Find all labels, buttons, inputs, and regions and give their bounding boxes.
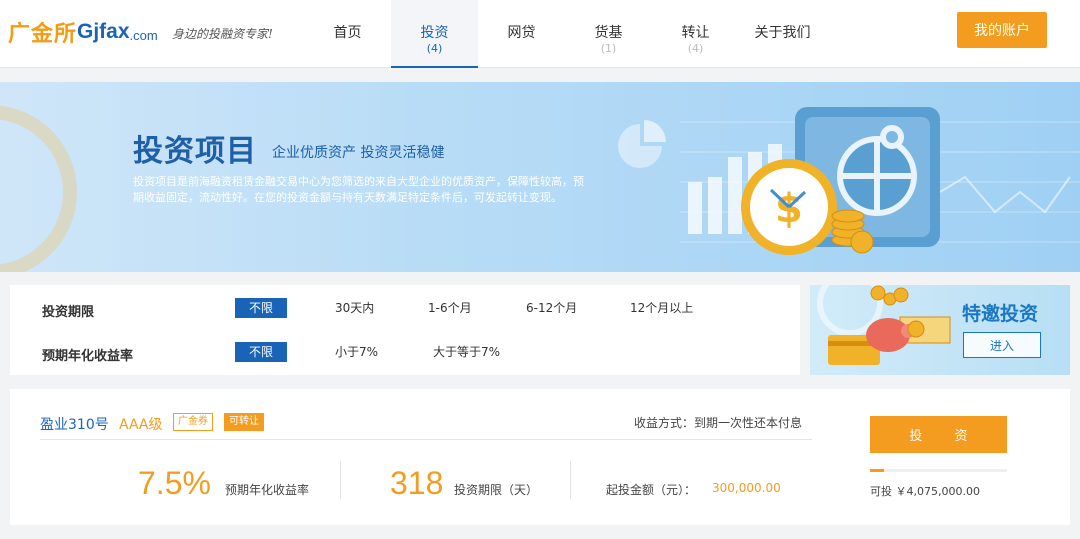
nav-count: (1) bbox=[600, 42, 617, 55]
available-amount: 可投 ￥4,075,000.00 bbox=[870, 485, 980, 498]
banner-title: 投资项目 bbox=[133, 134, 257, 169]
piggy-bank-icon bbox=[817, 285, 951, 365]
site-logo[interactable]: 广金所 Gjfax .com bbox=[8, 16, 158, 48]
filter-label-rate: 预期年化收益率 bbox=[42, 349, 134, 364]
product-grade: AAA级 bbox=[119, 417, 163, 433]
period-value: 318 bbox=[390, 465, 444, 501]
filter-period-option-12m-plus[interactable]: 12个月以上 bbox=[630, 298, 693, 318]
coupon-tag: 广金券 bbox=[173, 413, 213, 431]
funding-progress-bar bbox=[870, 469, 1007, 472]
site-slogan: 身边的投融资专家! bbox=[172, 27, 273, 41]
annual-rate-label: 预期年化收益率 bbox=[225, 483, 310, 497]
hero-banner: $ 投资项目 企业优质资产 投资灵活稳健 投资项目是前海融资租赁金融交易中心为您… bbox=[0, 82, 1080, 272]
nav-label: 关于我们 bbox=[754, 25, 811, 41]
nav-label: 网贷 bbox=[507, 25, 536, 41]
nav-item-transfer[interactable]: 转让 (4) bbox=[652, 0, 739, 68]
min-investment-value: 300,000.00 bbox=[712, 481, 781, 495]
nav-label: 货基 bbox=[594, 25, 623, 41]
divider bbox=[570, 461, 571, 499]
svg-text:$: $ bbox=[775, 186, 803, 232]
nav-item-money-fund[interactable]: 货基 (1) bbox=[565, 0, 652, 68]
nav-count: (4) bbox=[687, 42, 704, 55]
filter-period-option-any[interactable]: 不限 bbox=[235, 298, 287, 318]
invest-button[interactable]: 投 资 bbox=[870, 416, 1007, 453]
top-header: 广金所 Gjfax .com 身边的投融资专家! 首页 投资 (4) 网贷 货基… bbox=[0, 0, 1080, 68]
funding-progress-fill bbox=[870, 469, 884, 472]
min-investment-label: 起投金额（元）： bbox=[606, 483, 697, 497]
nav-label: 投资 bbox=[420, 25, 449, 41]
filter-rate-option-above-7[interactable]: 大于等于7% bbox=[433, 342, 500, 362]
filter-period-option-6-12m[interactable]: 6-12个月 bbox=[526, 298, 577, 318]
promo-enter-button[interactable]: 进入 bbox=[963, 332, 1041, 358]
filter-rate-option-below-7[interactable]: 小于7% bbox=[335, 342, 378, 362]
logo-en-text: Gjfax bbox=[77, 20, 130, 43]
nav-item-about[interactable]: 关于我们 bbox=[739, 0, 826, 68]
my-account-button[interactable]: 我的账户 bbox=[957, 12, 1047, 48]
filter-period-option-30d[interactable]: 30天内 bbox=[335, 298, 374, 318]
nav-label: 转让 bbox=[681, 25, 710, 41]
logo-cn-text: 广金所 bbox=[8, 22, 78, 47]
card-divider bbox=[40, 439, 812, 440]
nav-item-p2p[interactable]: 网贷 bbox=[478, 0, 565, 68]
nav-item-home[interactable]: 首页 bbox=[304, 0, 391, 68]
vip-invest-promo[interactable]: 特邀投资 进入 bbox=[810, 285, 1070, 375]
banner-subtitle: 企业优质资产 投资灵活稳健 bbox=[272, 145, 445, 161]
repayment-method: 收益方式：到期一次性还本付息 bbox=[634, 416, 803, 430]
nav-count: (4) bbox=[426, 42, 443, 55]
product-name[interactable]: 盈业310号 bbox=[40, 414, 109, 434]
main-nav: 首页 投资 (4) 网贷 货基 (1) 转让 (4) 关于我们 bbox=[304, 0, 826, 68]
annual-rate-value: 7.5% bbox=[138, 465, 211, 501]
product-card: 盈业310号 AAA级 广金券 可转让 收益方式：到期一次性还本付息 7.5% … bbox=[10, 389, 1070, 525]
filter-panel: 投资期限 不限 30天内 1-6个月 6-12个月 12个月以上 预期年化收益率… bbox=[10, 285, 800, 375]
period-label: 投资期限（天） bbox=[454, 483, 539, 497]
filter-rate-option-any[interactable]: 不限 bbox=[235, 342, 287, 362]
nav-item-invest[interactable]: 投资 (4) bbox=[391, 0, 478, 68]
logo-domain-text: .com bbox=[129, 27, 158, 43]
divider bbox=[340, 461, 341, 499]
filter-period-option-1-6m[interactable]: 1-6个月 bbox=[428, 298, 472, 318]
filter-label-period: 投资期限 bbox=[42, 305, 95, 320]
banner-description: 投资项目是前海融资租赁金融交易中心为您筛选的来自大型企业的优质资产，保障性较高，… bbox=[133, 175, 584, 204]
transferable-tag: 可转让 bbox=[224, 413, 264, 431]
nav-label: 首页 bbox=[333, 25, 362, 41]
promo-title: 特邀投资 bbox=[962, 303, 1039, 325]
